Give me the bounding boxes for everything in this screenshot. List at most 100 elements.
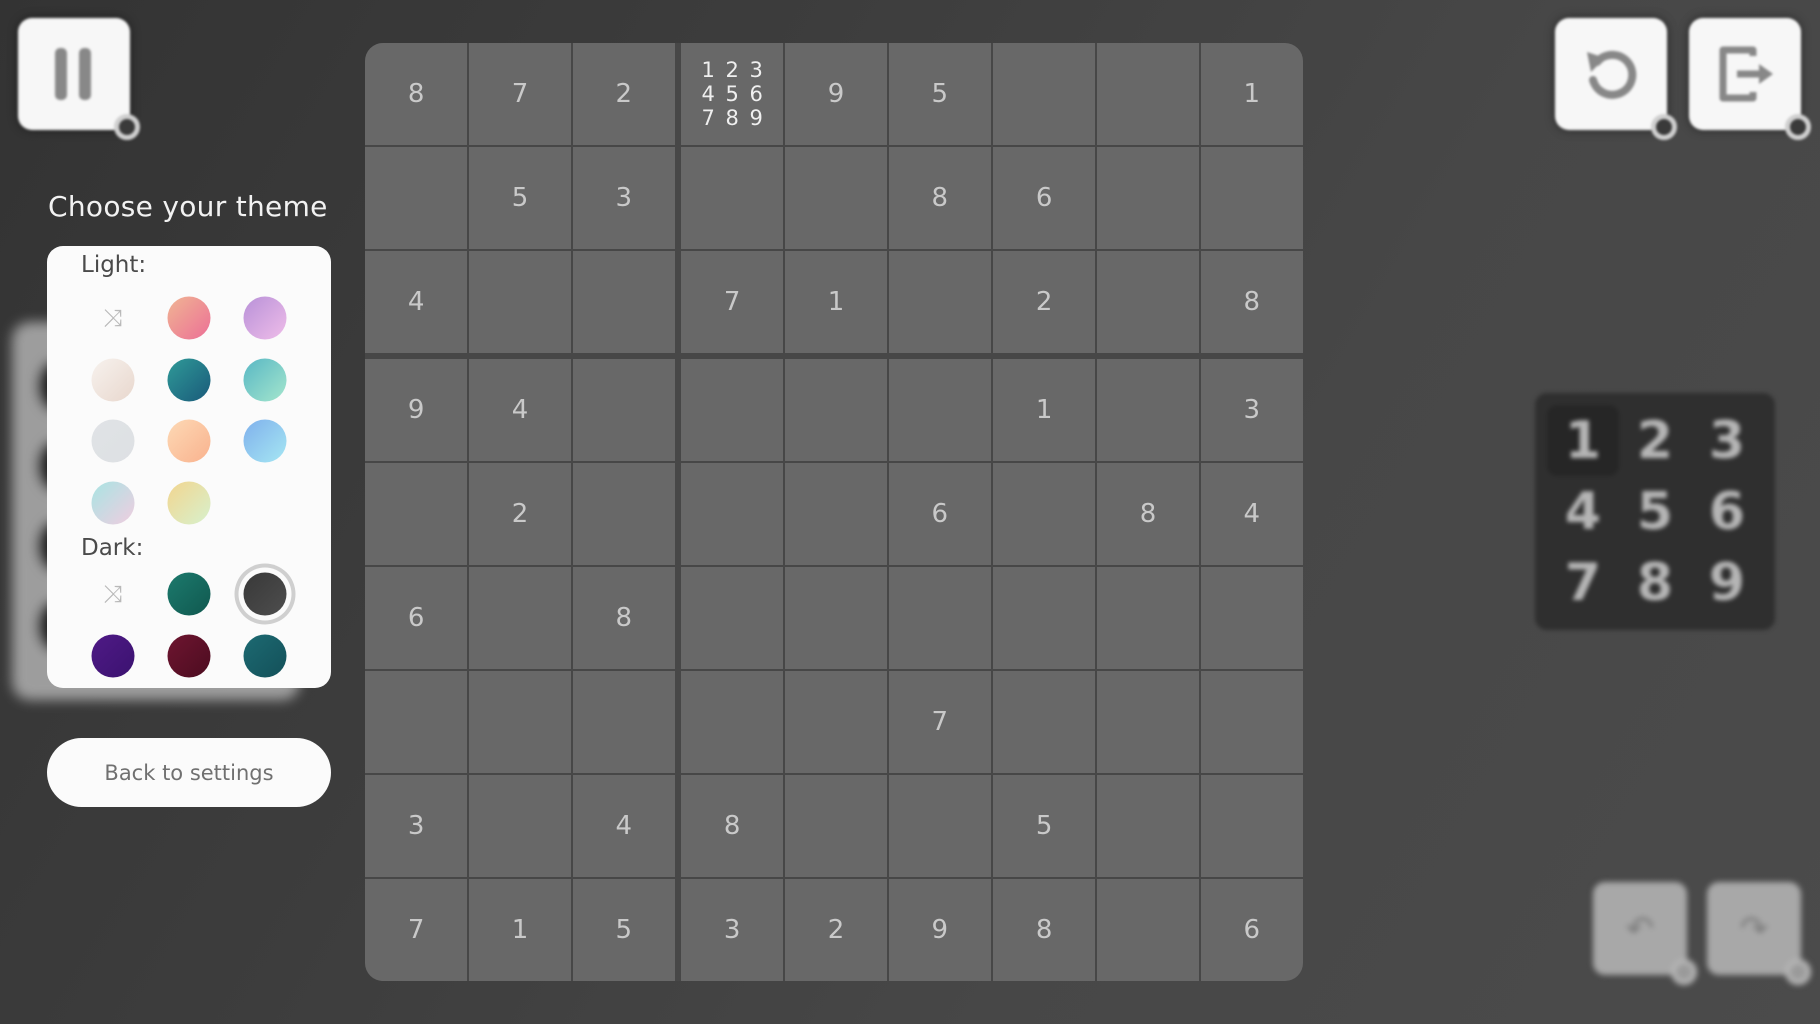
redo-button[interactable]: ↷ — [1707, 882, 1811, 985]
sudoku-cell[interactable] — [1097, 250, 1199, 353]
numpad-key-3[interactable]: 3 — [1691, 405, 1763, 476]
sudoku-cell[interactable] — [681, 147, 784, 249]
sudoku-cell[interactable] — [681, 566, 784, 669]
sudoku-cell[interactable]: 8 — [1200, 250, 1303, 353]
sudoku-cell[interactable]: 1 — [785, 250, 887, 353]
sudoku-cell[interactable]: 1 — [1200, 43, 1303, 146]
dark-theme-swatch-maroon[interactable] — [167, 634, 211, 678]
sudoku-cell[interactable]: 4 — [1200, 463, 1303, 565]
sudoku-cell[interactable] — [572, 463, 675, 565]
light-theme-shuffle-icon[interactable]: ⤨ — [103, 306, 122, 330]
sudoku-cell[interactable] — [365, 147, 468, 249]
sudoku-cell[interactable]: 8 — [365, 43, 468, 146]
sudoku-cell[interactable] — [572, 671, 675, 774]
sudoku-cell[interactable]: 3 — [681, 878, 784, 981]
sudoku-cell[interactable] — [888, 250, 991, 353]
sudoku-cell[interactable]: 6 — [365, 566, 468, 669]
dark-theme-swatch-purple[interactable] — [91, 634, 135, 678]
dark-theme-swatch-charcoal[interactable] — [243, 572, 287, 616]
sudoku-cell[interactable]: 2 — [572, 43, 675, 146]
sudoku-cell[interactable] — [572, 250, 675, 353]
numpad-key-1[interactable]: 1 — [1547, 405, 1619, 476]
sudoku-cell[interactable] — [469, 775, 571, 877]
back-to-settings-button[interactable]: Back to settings — [47, 738, 331, 807]
sudoku-cell[interactable]: 5 — [888, 43, 991, 146]
sudoku-cell[interactable]: 9 — [888, 878, 991, 981]
sudoku-cell[interactable]: 5 — [469, 147, 571, 249]
light-theme-swatch-lemon-mint[interactable] — [167, 481, 211, 525]
sudoku-cell[interactable] — [993, 43, 1096, 146]
sudoku-cell[interactable] — [785, 463, 887, 565]
sudoku-cell[interactable] — [993, 566, 1096, 669]
sudoku-cell[interactable]: 4 — [572, 775, 675, 877]
sudoku-cell[interactable]: 9 — [785, 43, 887, 146]
sudoku-cell[interactable]: 9 — [365, 359, 468, 462]
sudoku-cell[interactable] — [785, 775, 887, 877]
numpad-key-6[interactable]: 6 — [1691, 476, 1763, 547]
sudoku-cell[interactable]: 8 — [993, 878, 1096, 981]
exit-button[interactable] — [1689, 18, 1811, 140]
light-theme-swatch-aqua-mint[interactable] — [243, 358, 287, 402]
sudoku-cell[interactable]: 7 — [681, 250, 784, 353]
sudoku-cell[interactable] — [1200, 147, 1303, 249]
sudoku-cell[interactable] — [681, 671, 784, 774]
numpad-key-2[interactable]: 2 — [1619, 405, 1691, 476]
sudoku-cell[interactable] — [469, 566, 571, 669]
sudoku-cell[interactable] — [1097, 566, 1199, 669]
sudoku-cell[interactable] — [572, 359, 675, 462]
numpad-key-7[interactable]: 7 — [1547, 547, 1619, 618]
sudoku-cell[interactable] — [1200, 566, 1303, 669]
sudoku-cell[interactable] — [1097, 671, 1199, 774]
dark-theme-swatch-dark-green[interactable] — [167, 572, 211, 616]
sudoku-cell[interactable]: 1 — [993, 359, 1096, 462]
sudoku-cell[interactable] — [1097, 775, 1199, 877]
sudoku-cell[interactable]: 7 — [469, 43, 571, 146]
sudoku-cell[interactable]: 7 — [888, 671, 991, 774]
restart-button[interactable] — [1555, 18, 1677, 140]
sudoku-cell[interactable]: 8 — [888, 147, 991, 249]
sudoku-cell[interactable] — [365, 463, 468, 565]
sudoku-cell[interactable] — [785, 671, 887, 774]
sudoku-cell[interactable] — [1097, 43, 1199, 146]
sudoku-cell[interactable]: 3 — [1200, 359, 1303, 462]
sudoku-cell[interactable]: 4 — [469, 359, 571, 462]
sudoku-cell[interactable] — [1200, 775, 1303, 877]
sudoku-cell[interactable]: 6 — [1200, 878, 1303, 981]
light-theme-swatch-deep-teal[interactable] — [167, 358, 211, 402]
sudoku-cell[interactable] — [469, 250, 571, 353]
numpad-key-5[interactable]: 5 — [1619, 476, 1691, 547]
dark-theme-shuffle-icon[interactable]: ⤨ — [103, 582, 122, 606]
sudoku-cell[interactable]: 123 456 789 — [681, 43, 784, 146]
sudoku-cell[interactable] — [785, 566, 887, 669]
sudoku-cell[interactable] — [888, 566, 991, 669]
sudoku-cell[interactable]: 1 — [469, 878, 571, 981]
numpad-key-4[interactable]: 4 — [1547, 476, 1619, 547]
sudoku-cell[interactable] — [993, 463, 1096, 565]
sudoku-cell[interactable] — [785, 359, 887, 462]
numpad-key-8[interactable]: 8 — [1619, 547, 1691, 618]
sudoku-cell[interactable] — [681, 463, 784, 565]
undo-button[interactable]: ↶ — [1593, 882, 1697, 985]
sudoku-cell[interactable]: 2 — [469, 463, 571, 565]
sudoku-cell[interactable] — [888, 775, 991, 877]
sudoku-cell[interactable]: 3 — [572, 147, 675, 249]
sudoku-cell[interactable]: 3 — [365, 775, 468, 877]
sudoku-cell[interactable] — [365, 671, 468, 774]
sudoku-cell[interactable]: 2 — [993, 250, 1096, 353]
sudoku-cell[interactable]: 6 — [993, 147, 1096, 249]
light-theme-swatch-light-grey[interactable] — [91, 419, 135, 463]
light-theme-swatch-pink-peach[interactable] — [167, 296, 211, 340]
sudoku-cell[interactable]: 8 — [681, 775, 784, 877]
sudoku-cell[interactable] — [888, 359, 991, 462]
sudoku-cell[interactable]: 7 — [365, 878, 468, 981]
light-theme-swatch-sky-blue[interactable] — [243, 419, 287, 463]
sudoku-cell[interactable] — [1097, 878, 1199, 981]
sudoku-cell[interactable]: 5 — [993, 775, 1096, 877]
light-theme-swatch-peach[interactable] — [167, 419, 211, 463]
sudoku-cell[interactable] — [993, 671, 1096, 774]
sudoku-cell[interactable]: 2 — [785, 878, 887, 981]
sudoku-cell[interactable] — [681, 359, 784, 462]
sudoku-cell[interactable]: 8 — [1097, 463, 1199, 565]
sudoku-cell[interactable]: 5 — [572, 878, 675, 981]
light-theme-swatch-lavender[interactable] — [243, 296, 287, 340]
